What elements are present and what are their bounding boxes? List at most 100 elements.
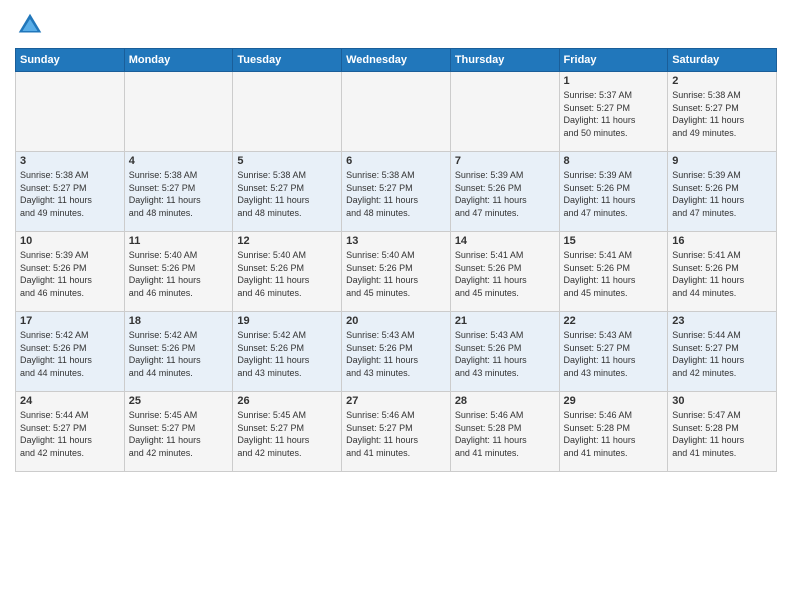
calendar-cell: 13 Sunrise: 5:40 AM Sunset: 5:26 PM Dayli… [342, 232, 451, 312]
calendar-cell: 9 Sunrise: 5:39 AM Sunset: 5:26 PM Daylig… [668, 152, 777, 232]
day-number: 14 [455, 235, 555, 247]
calendar-cell: 26 Sunrise: 5:45 AM Sunset: 5:27 PM Dayli… [233, 392, 342, 472]
day-number: 23 [672, 315, 772, 327]
day-number: 6 [346, 155, 446, 167]
day-info: Sunrise: 5:41 AM Sunset: 5:26 PM Dayligh… [564, 249, 664, 299]
day-info: Sunrise: 5:38 AM Sunset: 5:27 PM Dayligh… [346, 169, 446, 219]
week-row-0: 1Sunrise: 5:37 AM Sunset: 5:27 PM Daylig… [16, 72, 777, 152]
calendar-cell: 23 Sunrise: 5:44 AM Sunset: 5:27 PM Dayli… [668, 312, 777, 392]
calendar-cell: 27 Sunrise: 5:46 AM Sunset: 5:27 PM Dayli… [342, 392, 451, 472]
day-number: 29 [564, 395, 664, 407]
day-number: 4 [129, 155, 229, 167]
week-row-1: 3 Sunrise: 5:38 AM Sunset: 5:27 PM Daylig… [16, 152, 777, 232]
day-number: 2 [672, 75, 772, 87]
day-number: 16 [672, 235, 772, 247]
day-number: 13 [346, 235, 446, 247]
calendar-cell: 6 Sunrise: 5:38 AM Sunset: 5:27 PM Daylig… [342, 152, 451, 232]
calendar-cell: 21Sunrise: 5:43 AM Sunset: 5:26 PM Dayli… [450, 312, 559, 392]
day-info: Sunrise: 5:46 AM Sunset: 5:28 PM Dayligh… [455, 409, 555, 459]
header-day-monday: Monday [124, 49, 233, 72]
day-info: Sunrise: 5:39 AM Sunset: 5:26 PM Dayligh… [455, 169, 555, 219]
calendar-cell: 2 Sunrise: 5:38 AM Sunset: 5:27 PM Daylig… [668, 72, 777, 152]
calendar-cell: 29Sunrise: 5:46 AM Sunset: 5:28 PM Dayli… [559, 392, 668, 472]
day-number: 9 [672, 155, 772, 167]
calendar-cell: 24 Sunrise: 5:44 AM Sunset: 5:27 PM Dayli… [16, 392, 125, 472]
day-number: 27 [346, 395, 446, 407]
day-number: 25 [129, 395, 229, 407]
day-number: 7 [455, 155, 555, 167]
day-info: Sunrise: 5:38 AM Sunset: 5:27 PM Dayligh… [129, 169, 229, 219]
header-day-sunday: Sunday [16, 49, 125, 72]
calendar-cell: 19 Sunrise: 5:42 AM Sunset: 5:26 PM Dayli… [233, 312, 342, 392]
day-info: Sunrise: 5:47 AM Sunset: 5:28 PM Dayligh… [672, 409, 772, 459]
logo [15, 10, 49, 40]
header-day-tuesday: Tuesday [233, 49, 342, 72]
day-number: 8 [564, 155, 664, 167]
calendar-cell: 20 Sunrise: 5:43 AM Sunset: 5:26 PM Dayli… [342, 312, 451, 392]
day-info: Sunrise: 5:44 AM Sunset: 5:27 PM Dayligh… [20, 409, 120, 459]
week-row-3: 17 Sunrise: 5:42 AM Sunset: 5:26 PM Dayli… [16, 312, 777, 392]
calendar-cell: 22 Sunrise: 5:43 AM Sunset: 5:27 PM Dayli… [559, 312, 668, 392]
header-day-saturday: Saturday [668, 49, 777, 72]
day-number: 22 [564, 315, 664, 327]
calendar-cell: 12 Sunrise: 5:40 AM Sunset: 5:26 PM Dayli… [233, 232, 342, 312]
calendar-cell: 5 Sunrise: 5:38 AM Sunset: 5:27 PM Daylig… [233, 152, 342, 232]
calendar-cell: 14Sunrise: 5:41 AM Sunset: 5:26 PM Dayli… [450, 232, 559, 312]
day-number: 17 [20, 315, 120, 327]
day-number: 11 [129, 235, 229, 247]
calendar-cell [450, 72, 559, 152]
day-number: 3 [20, 155, 120, 167]
day-info: Sunrise: 5:40 AM Sunset: 5:26 PM Dayligh… [237, 249, 337, 299]
calendar-cell: 11 Sunrise: 5:40 AM Sunset: 5:26 PM Dayli… [124, 232, 233, 312]
day-info: Sunrise: 5:45 AM Sunset: 5:27 PM Dayligh… [129, 409, 229, 459]
day-info: Sunrise: 5:43 AM Sunset: 5:26 PM Dayligh… [346, 329, 446, 379]
day-info: Sunrise: 5:38 AM Sunset: 5:27 PM Dayligh… [237, 169, 337, 219]
calendar-cell [342, 72, 451, 152]
week-row-4: 24 Sunrise: 5:44 AM Sunset: 5:27 PM Dayli… [16, 392, 777, 472]
calendar-cell [233, 72, 342, 152]
day-info: Sunrise: 5:39 AM Sunset: 5:26 PM Dayligh… [564, 169, 664, 219]
day-number: 18 [129, 315, 229, 327]
day-number: 10 [20, 235, 120, 247]
day-number: 28 [455, 395, 555, 407]
day-info: Sunrise: 5:40 AM Sunset: 5:26 PM Dayligh… [346, 249, 446, 299]
day-info: Sunrise: 5:44 AM Sunset: 5:27 PM Dayligh… [672, 329, 772, 379]
page-container: SundayMondayTuesdayWednesdayThursdayFrid… [0, 0, 792, 477]
calendar-cell [16, 72, 125, 152]
day-info: Sunrise: 5:40 AM Sunset: 5:26 PM Dayligh… [129, 249, 229, 299]
day-number: 30 [672, 395, 772, 407]
day-info: Sunrise: 5:39 AM Sunset: 5:26 PM Dayligh… [20, 249, 120, 299]
header-row: SundayMondayTuesdayWednesdayThursdayFrid… [16, 49, 777, 72]
header-day-wednesday: Wednesday [342, 49, 451, 72]
day-number: 15 [564, 235, 664, 247]
logo-icon [15, 10, 45, 40]
day-info: Sunrise: 5:45 AM Sunset: 5:27 PM Dayligh… [237, 409, 337, 459]
calendar-cell: 3 Sunrise: 5:38 AM Sunset: 5:27 PM Daylig… [16, 152, 125, 232]
calendar-cell: 15 Sunrise: 5:41 AM Sunset: 5:26 PM Dayli… [559, 232, 668, 312]
day-number: 21 [455, 315, 555, 327]
day-info: Sunrise: 5:38 AM Sunset: 5:27 PM Dayligh… [20, 169, 120, 219]
day-info: Sunrise: 5:38 AM Sunset: 5:27 PM Dayligh… [672, 89, 772, 139]
day-info: Sunrise: 5:42 AM Sunset: 5:26 PM Dayligh… [237, 329, 337, 379]
day-number: 24 [20, 395, 120, 407]
header-day-friday: Friday [559, 49, 668, 72]
calendar-cell [124, 72, 233, 152]
day-info: Sunrise: 5:39 AM Sunset: 5:26 PM Dayligh… [672, 169, 772, 219]
calendar-cell: 25 Sunrise: 5:45 AM Sunset: 5:27 PM Dayli… [124, 392, 233, 472]
calendar-cell: 10 Sunrise: 5:39 AM Sunset: 5:26 PM Dayli… [16, 232, 125, 312]
header-day-thursday: Thursday [450, 49, 559, 72]
page-header [15, 10, 777, 40]
day-number: 5 [237, 155, 337, 167]
day-number: 20 [346, 315, 446, 327]
day-number: 19 [237, 315, 337, 327]
day-info: Sunrise: 5:43 AM Sunset: 5:27 PM Dayligh… [564, 329, 664, 379]
day-info: Sunrise: 5:42 AM Sunset: 5:26 PM Dayligh… [129, 329, 229, 379]
calendar-cell: 1Sunrise: 5:37 AM Sunset: 5:27 PM Daylig… [559, 72, 668, 152]
day-info: Sunrise: 5:41 AM Sunset: 5:26 PM Dayligh… [672, 249, 772, 299]
week-row-2: 10 Sunrise: 5:39 AM Sunset: 5:26 PM Dayli… [16, 232, 777, 312]
day-info: Sunrise: 5:46 AM Sunset: 5:27 PM Dayligh… [346, 409, 446, 459]
day-info: Sunrise: 5:42 AM Sunset: 5:26 PM Dayligh… [20, 329, 120, 379]
calendar-cell: 28 Sunrise: 5:46 AM Sunset: 5:28 PM Dayli… [450, 392, 559, 472]
day-number: 12 [237, 235, 337, 247]
day-number: 26 [237, 395, 337, 407]
